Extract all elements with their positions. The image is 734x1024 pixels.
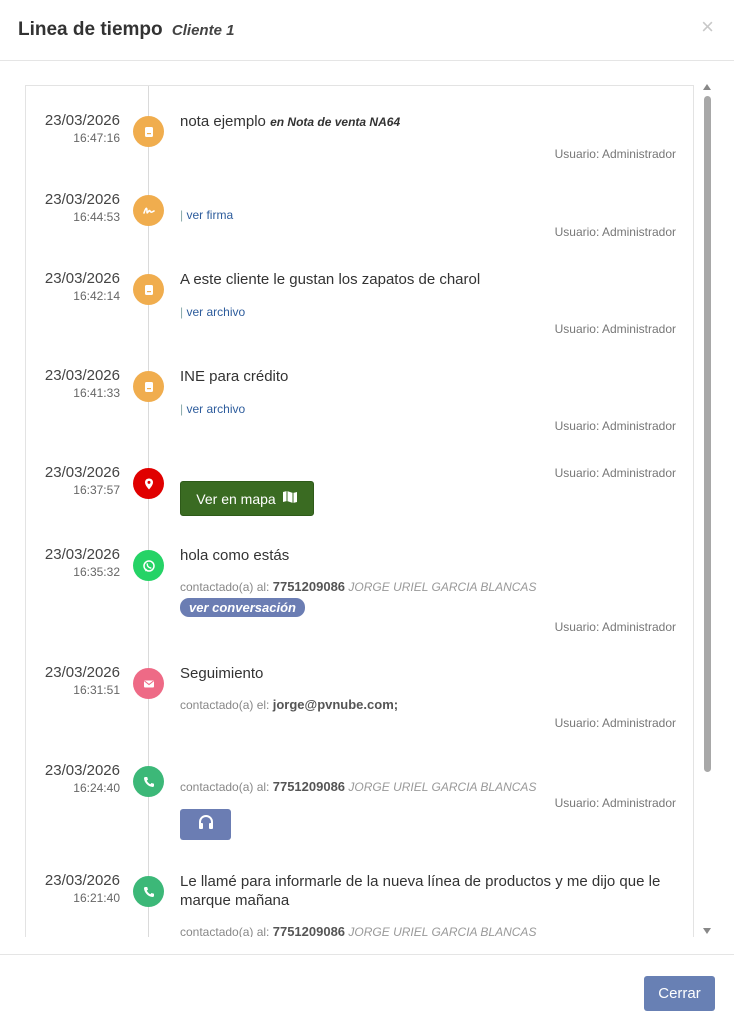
- entry-contact: contactado(a) el: jorge@pvnube.com;: [180, 697, 399, 712]
- entry-time: 16:31:51: [73, 683, 120, 697]
- timeline-scrollbar[interactable]: [702, 84, 714, 936]
- entry-message-line: marque mañana: [180, 892, 290, 909]
- envelope-icon: [133, 668, 164, 699]
- entry-date: 23/03/2026: [44, 664, 120, 681]
- modal-title: Linea de tiempo Cliente 1: [18, 19, 234, 41]
- entry-date: 23/03/2026: [44, 762, 120, 779]
- close-button[interactable]: Cerrar: [644, 976, 715, 1011]
- close-icon[interactable]: ×: [701, 16, 714, 38]
- entry-date: 23/03/2026: [44, 270, 120, 287]
- timeline-list[interactable]: 23/03/2026 16:47:16 nota ejemplo en Nota…: [25, 85, 694, 937]
- view-file-link[interactable]: ver archivo: [186, 305, 245, 319]
- note-icon: [133, 274, 164, 305]
- entry-time: 16:47:16: [73, 131, 120, 145]
- phone-icon: [133, 876, 164, 907]
- modal-header: Linea de tiempo Cliente 1 ×: [0, 0, 734, 61]
- entry-message: Seguimiento: [180, 665, 264, 682]
- scroll-down-arrow-icon[interactable]: [703, 928, 711, 934]
- scroll-thumb[interactable]: [704, 96, 711, 772]
- map-pin-icon: [133, 468, 164, 499]
- entry-date: 23/03/2026: [44, 546, 120, 563]
- entry-time: 16:24:40: [73, 781, 120, 795]
- entry-message: A este cliente le gustan los zapatos de …: [180, 271, 481, 288]
- entry-link-line: | ver firma: [180, 208, 234, 222]
- view-map-button-label: Ver en mapa: [196, 490, 276, 507]
- entry-time: 16:37:57: [73, 483, 120, 497]
- entry-link-line: | ver archivo: [180, 402, 246, 416]
- modal-subtitle: Cliente 1: [171, 22, 235, 39]
- entry-date: 23/03/2026: [44, 367, 120, 384]
- entry-user: Usuario: Administrador: [554, 225, 676, 239]
- entry-user: Usuario: Administrador: [554, 322, 676, 336]
- signature-icon: [133, 195, 164, 226]
- entry-message-suffix: en Nota de venta NA64: [270, 115, 401, 129]
- whatsapp-icon: [133, 550, 164, 581]
- entry-message: INE para crédito: [180, 368, 289, 385]
- entry-user: Usuario: Administrador: [554, 716, 676, 730]
- scroll-up-arrow-icon[interactable]: [703, 84, 711, 90]
- entry-date: 23/03/2026: [44, 191, 120, 208]
- note-icon: [133, 371, 164, 402]
- entry-date: 23/03/2026: [44, 112, 120, 129]
- entry-user: Usuario: Administrador: [554, 620, 676, 634]
- note-icon: [133, 116, 164, 147]
- view-file-link[interactable]: ver archivo: [186, 402, 245, 416]
- entry-user: Usuario: Administrador: [554, 796, 676, 810]
- entry-time: 16:41:33: [73, 386, 120, 400]
- play-audio-button[interactable]: [180, 809, 231, 840]
- entry-time: 16:21:40: [73, 891, 120, 905]
- entry-time: 16:44:53: [73, 210, 120, 224]
- entry-user: Usuario: Administrador: [554, 419, 676, 433]
- entry-user: Usuario: Administrador: [554, 466, 676, 480]
- entry-message-line: Le llamé para informarle de la nueva lín…: [180, 873, 661, 890]
- modal-footer: Cerrar: [0, 954, 734, 1024]
- phone-icon: [133, 766, 164, 797]
- headphones-icon: [197, 814, 215, 835]
- entry-time: 16:35:32: [73, 565, 120, 579]
- modal-title-text: Linea de tiempo: [18, 19, 163, 40]
- entry-user: Usuario: Administrador: [554, 147, 676, 161]
- map-icon: [282, 490, 298, 507]
- entry-message: hola como estás: [180, 547, 290, 564]
- entry-contact: contactado(a) al: 7751209086 JORGE URIEL…: [180, 779, 537, 794]
- entry-date: 23/03/2026: [44, 464, 120, 481]
- entry-time: 16:42:14: [73, 289, 120, 303]
- entry-contact: contactado(a) al: 7751209086 JORGE URIEL…: [180, 579, 537, 594]
- entry-date: 23/03/2026: [44, 872, 120, 889]
- view-map-button[interactable]: Ver en mapa: [180, 481, 314, 516]
- view-signature-link[interactable]: ver firma: [186, 208, 233, 222]
- entry-message: nota ejemplo en Nota de venta NA64: [180, 113, 401, 130]
- entry-link-line: | ver archivo: [180, 305, 246, 319]
- entry-contact: contactado(a) al: 7751209086 JORGE URIEL…: [180, 924, 537, 937]
- view-conversation-chip[interactable]: ver conversación: [180, 598, 305, 617]
